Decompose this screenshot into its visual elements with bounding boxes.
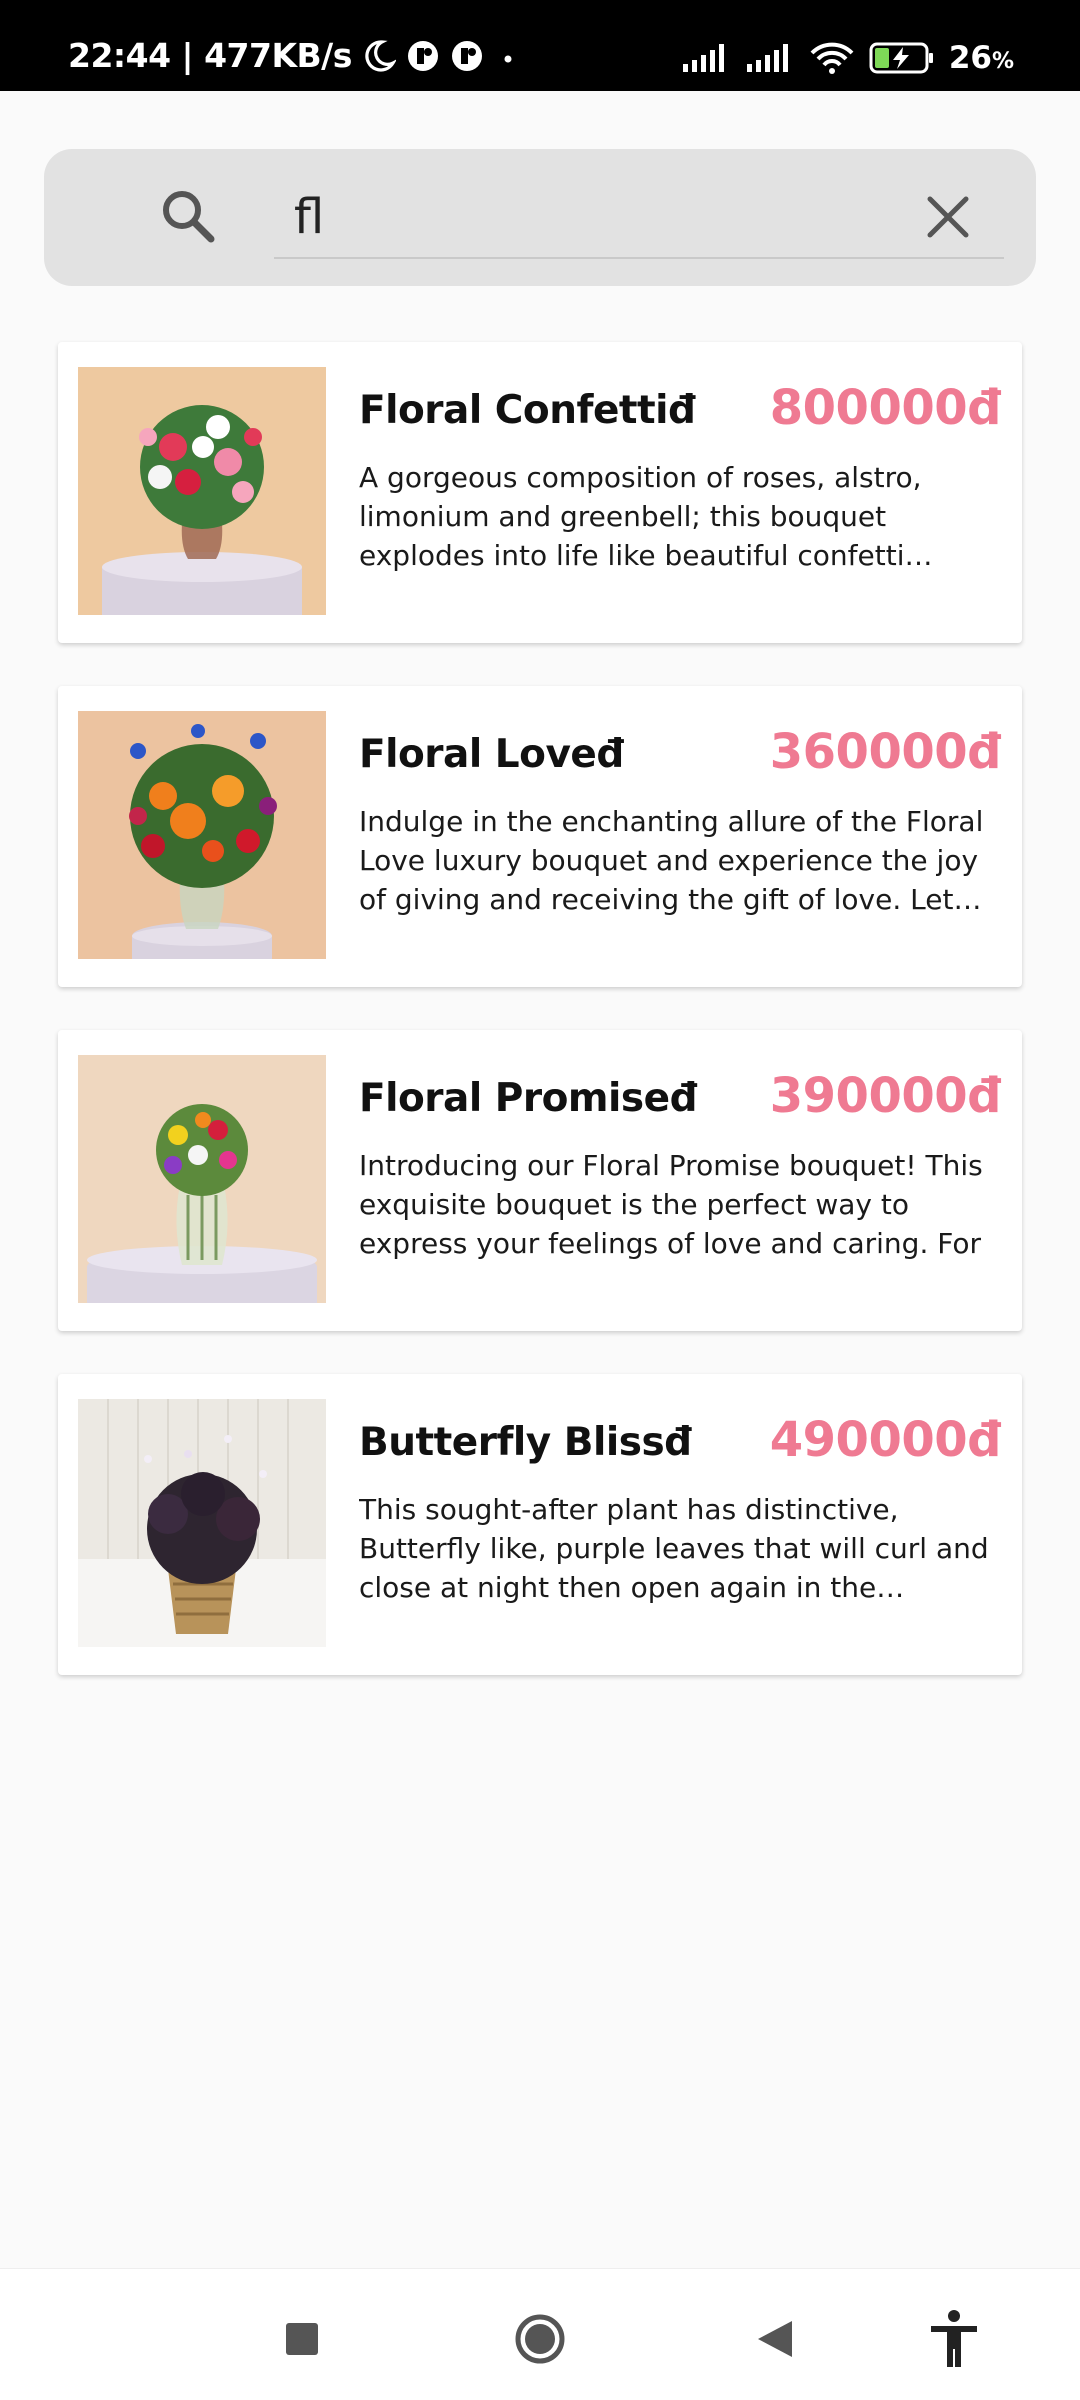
product-title: Floral Promiseđ [359, 1076, 698, 1121]
product-card[interactable]: Floral Loveđ 360000đ Indulge in the ench… [58, 686, 1022, 987]
close-icon[interactable] [924, 193, 972, 241]
product-card[interactable]: Floral Confettiđ 800000đ A gorgeous comp… [58, 342, 1022, 643]
product-price: 360000đ [769, 724, 1002, 780]
product-title: Floral Loveđ [359, 732, 624, 777]
product-price: 390000đ [769, 1068, 1002, 1124]
system-nav-bar [0, 2268, 1080, 2400]
product-image [78, 1055, 326, 1303]
search-icon[interactable] [159, 187, 219, 247]
signal-icon [682, 44, 724, 72]
back-button[interactable] [745, 2309, 805, 2369]
battery-unit: % [991, 49, 1014, 74]
search-bar: fl [44, 149, 1036, 286]
status-right: 26% [681, 40, 1014, 76]
moon-icon [365, 39, 396, 72]
product-image [78, 1399, 326, 1647]
product-price: 800000đ [769, 380, 1002, 436]
product-card[interactable]: Floral Promiseđ 390000đ Introducing our … [58, 1030, 1022, 1331]
product-image [78, 711, 326, 959]
accessibility-button[interactable] [924, 2309, 984, 2369]
product-description: Indulge in the enchanting allure of the … [359, 805, 984, 916]
product-card[interactable]: Butterfly Blissđ 490000đ This sought-aft… [58, 1374, 1022, 1675]
search-input[interactable]: fl [274, 179, 1004, 259]
product-title: Butterfly Blissđ [359, 1420, 692, 1465]
square-icon [286, 2323, 318, 2355]
product-description: This sought-after plant has distinctive,… [359, 1493, 989, 1604]
battery-level: 26% [949, 40, 1014, 76]
circle-icon [515, 2314, 565, 2364]
battery-value: 26 [948, 40, 992, 76]
product-list: Floral Confettiđ 800000đ A gorgeous comp… [58, 342, 1022, 1718]
recents-button[interactable] [272, 2309, 332, 2369]
search-query: fl [294, 189, 325, 245]
status-bar: 22:44 | 477KB/s 26% [0, 0, 1080, 91]
accessibility-icon [931, 2310, 977, 2367]
product-description: A gorgeous composition of roses, alstro,… [359, 461, 922, 572]
app-notification-icon [407, 40, 438, 71]
signal-icon [746, 44, 788, 72]
wifi-icon [810, 42, 854, 74]
dot-icon [504, 55, 512, 62]
status-time: 22:44 | 477KB/s [68, 36, 352, 75]
product-title: Floral Confettiđ [359, 388, 696, 433]
status-left: 22:44 | 477KB/s [68, 36, 522, 75]
product-image [78, 367, 326, 615]
home-button[interactable] [510, 2309, 570, 2369]
back-triangle-icon [758, 2321, 792, 2357]
battery-charging-icon [869, 42, 933, 74]
product-description: Introducing our Floral Promise bouquet! … [359, 1149, 983, 1260]
app-notification-icon [451, 40, 482, 71]
product-price: 490000đ [769, 1412, 1002, 1468]
